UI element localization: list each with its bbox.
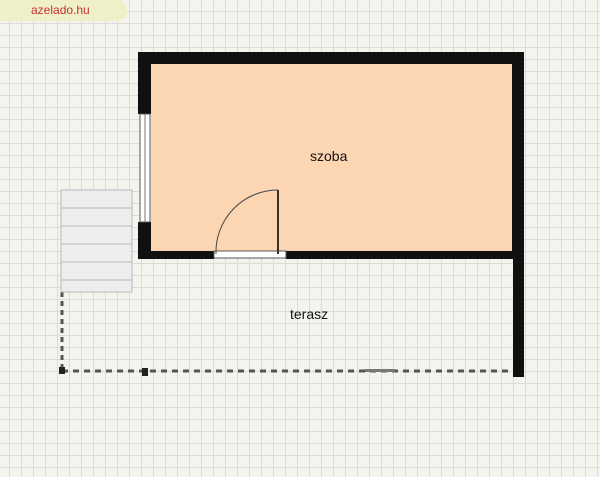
stairs	[60, 189, 133, 293]
room-label-szoba: szoba	[310, 148, 348, 164]
terrace-railing	[59, 292, 513, 376]
floor-plan	[59, 52, 524, 377]
room-label-terasz: terasz	[290, 306, 329, 322]
window	[139, 113, 151, 223]
terrace-wall	[513, 254, 524, 377]
